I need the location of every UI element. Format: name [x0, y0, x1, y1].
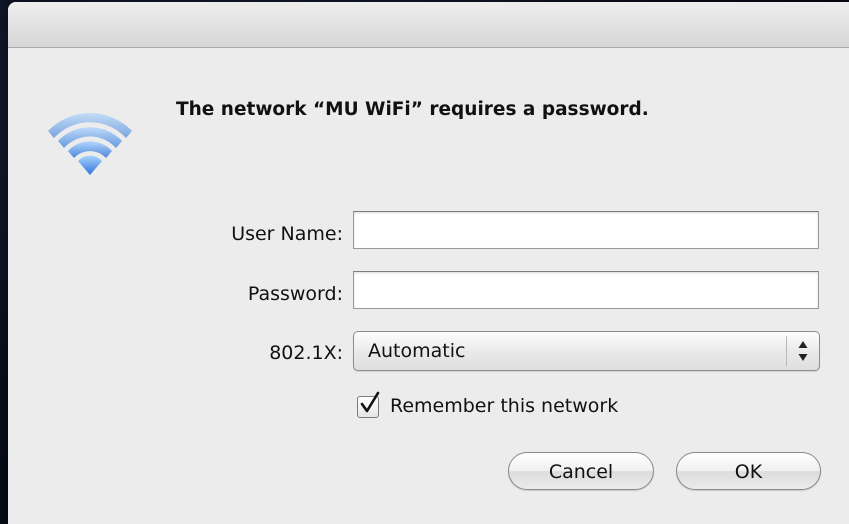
username-input[interactable]: [353, 211, 819, 249]
security-select-value: Automatic: [368, 340, 466, 362]
updown-arrows-icon: [795, 338, 811, 364]
remember-network-label[interactable]: Remember this network: [390, 395, 618, 417]
wifi-password-dialog: The network “MU WiFi” requires a passwor…: [8, 2, 849, 524]
ok-button[interactable]: OK: [676, 452, 821, 490]
wifi-icon: [44, 107, 136, 177]
dialog-titlebar[interactable]: [8, 2, 849, 48]
username-label: User Name:: [231, 223, 343, 245]
security-label: 802.1X:: [269, 342, 343, 364]
cancel-button[interactable]: Cancel: [508, 452, 654, 490]
dialog-message: The network “MU WiFi” requires a passwor…: [176, 99, 649, 120]
security-select[interactable]: Automatic: [353, 331, 820, 371]
select-divider: [786, 336, 787, 366]
remember-network-checkbox[interactable]: [357, 391, 380, 418]
checkmark-icon: [360, 391, 380, 413]
password-label: Password:: [247, 283, 343, 305]
password-input[interactable]: [353, 271, 819, 309]
